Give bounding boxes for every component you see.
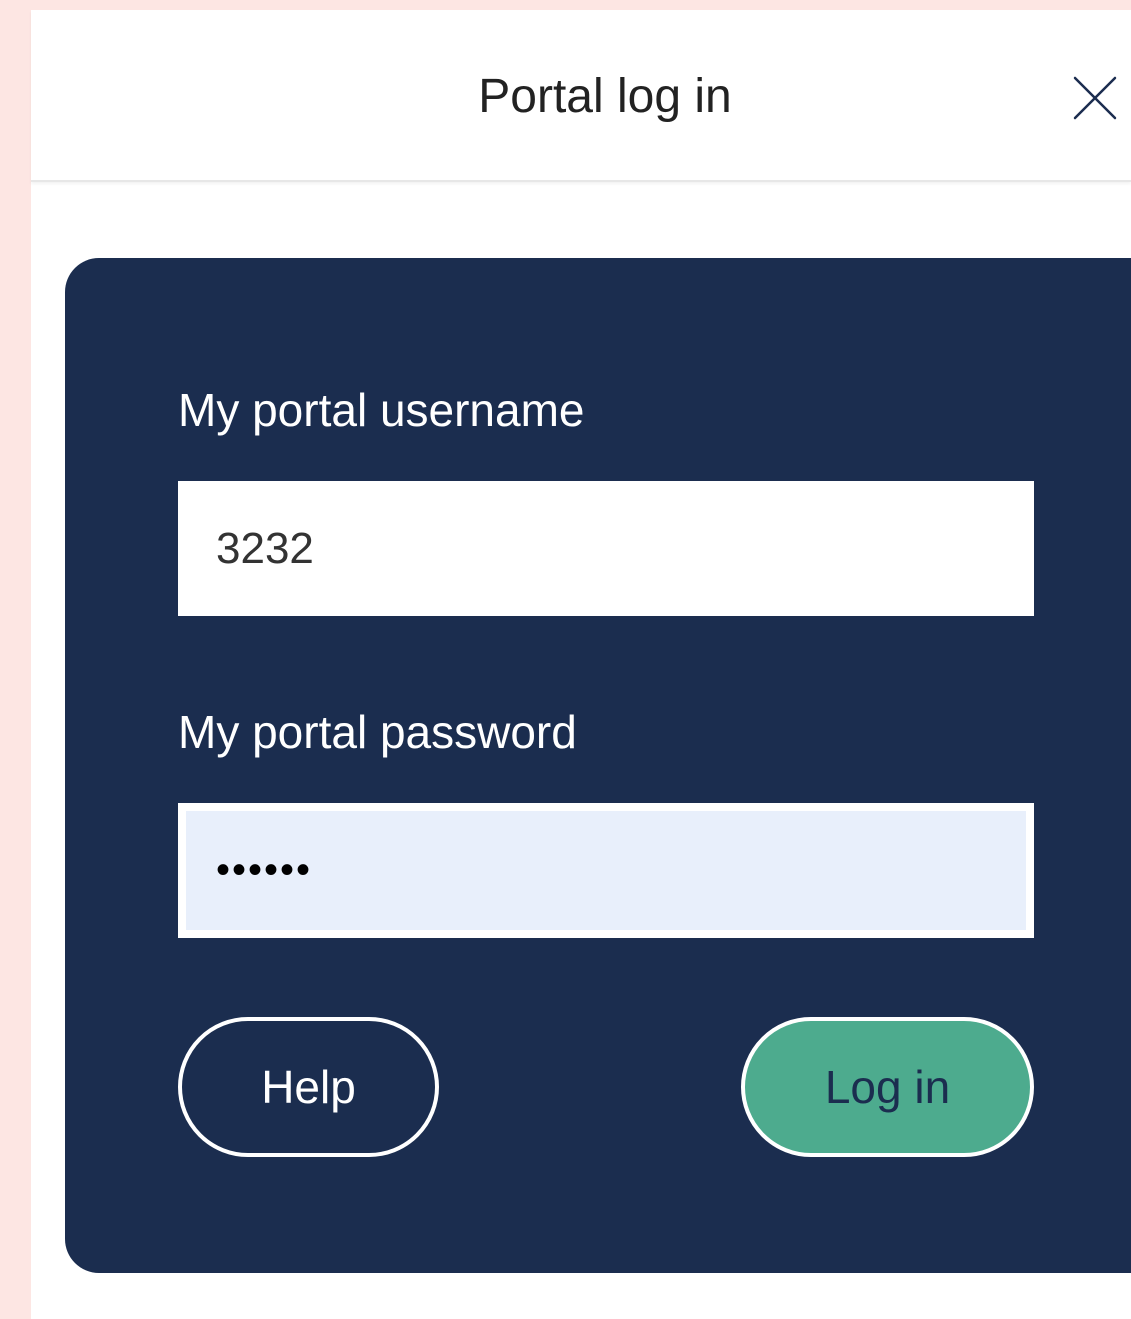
login-form-card: My portal username My portal password He… <box>65 258 1131 1273</box>
username-input[interactable] <box>178 481 1034 616</box>
close-button[interactable] <box>1071 74 1119 122</box>
page-title: Portal log in <box>478 70 732 123</box>
username-label: My portal username <box>178 384 585 436</box>
password-input[interactable] <box>178 803 1034 938</box>
close-icon <box>1073 76 1117 120</box>
password-label: My portal password <box>178 706 577 758</box>
page-background <box>0 0 1131 10</box>
panel-header: Portal log in <box>31 10 1131 182</box>
help-button[interactable]: Help <box>178 1017 439 1157</box>
login-button[interactable]: Log in <box>741 1017 1034 1157</box>
login-panel: Portal log in My portal username My port… <box>31 10 1131 1319</box>
